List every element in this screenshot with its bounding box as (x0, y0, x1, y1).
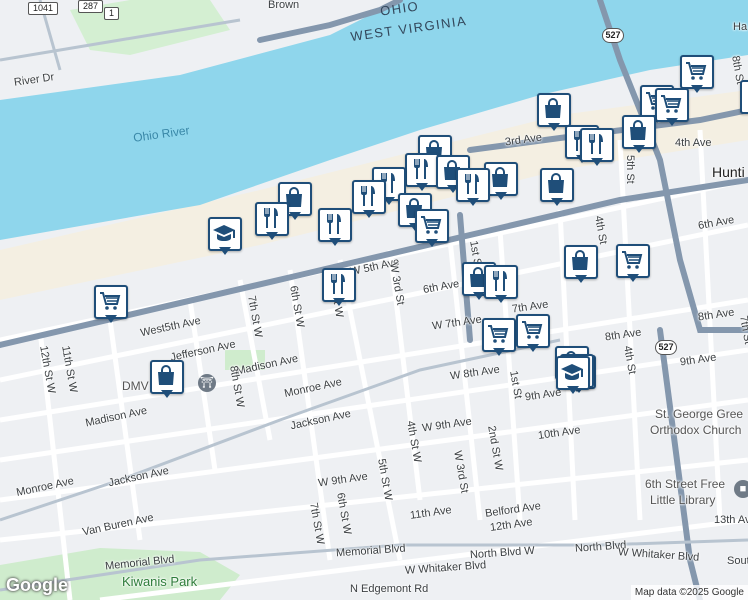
shopping-bag-icon (541, 97, 565, 121)
poi-marker[interactable] (516, 314, 550, 354)
marker-tail (633, 145, 645, 153)
poi-marker[interactable] (740, 80, 748, 120)
grocery-icon (486, 322, 510, 346)
marker-tail (567, 386, 579, 394)
grocery-icon (684, 59, 708, 83)
grocery-icon (98, 289, 122, 313)
shopping-bag-icon (154, 364, 178, 388)
marker-tail (495, 295, 507, 303)
poi-marker[interactable] (415, 209, 449, 249)
park-label[interactable]: Kiwanis Park (122, 575, 197, 588)
poi-marker[interactable] (456, 168, 490, 208)
grocery-icon (520, 318, 544, 342)
poi-marker[interactable] (352, 180, 386, 220)
poi-marker[interactable] (616, 244, 650, 284)
poi-label-church[interactable]: St. George Gree (655, 408, 743, 420)
poi-marker[interactable] (150, 360, 184, 400)
poi-marker[interactable] (322, 268, 356, 308)
marker-tail (161, 390, 173, 398)
school-icon (560, 360, 584, 384)
restaurant-icon (409, 157, 433, 181)
poi-marker[interactable] (405, 153, 439, 193)
book-icon[interactable]: ■ (734, 480, 748, 498)
poi-label-library-2[interactable]: Little Library (650, 494, 715, 506)
marker-tail (495, 192, 507, 200)
poi-marker[interactable] (208, 217, 242, 257)
marker-tail (266, 232, 278, 240)
marker-tail (527, 344, 539, 352)
marker-tail (219, 247, 231, 255)
marker-tail (289, 212, 301, 220)
dmv-icon[interactable]: ⛩ (198, 374, 216, 392)
street-label: Brown (268, 0, 300, 11)
poi-marker[interactable] (318, 208, 352, 248)
poi-marker[interactable] (655, 88, 689, 128)
shopping-bag-icon (544, 172, 568, 196)
marker-tail (426, 239, 438, 247)
poi-marker[interactable] (580, 128, 614, 168)
route-shield: 287 (78, 0, 104, 13)
restaurant-icon (584, 132, 608, 156)
marker-tail (363, 210, 375, 218)
shopping-bag-icon (568, 249, 592, 273)
poi-marker[interactable] (564, 245, 598, 285)
route-shield: 1041 (28, 2, 59, 15)
restaurant-icon (356, 184, 380, 208)
shopping-bag-icon (488, 166, 512, 190)
google-logo: Google (6, 575, 68, 595)
marker-tail (575, 275, 587, 283)
poi-marker[interactable] (540, 168, 574, 208)
poi-label-library[interactable]: 6th Street Free (645, 478, 725, 490)
marker-tail (416, 183, 428, 191)
edge-label: Ha (733, 21, 748, 33)
marker-tail (105, 315, 117, 323)
map-attribution: Map data ©2025 Google (630, 585, 748, 600)
marker-tail (329, 238, 341, 246)
poi-marker[interactable] (482, 318, 516, 358)
poi-marker[interactable] (255, 202, 289, 242)
grocery-icon (659, 92, 683, 116)
us-route-shield: 527 (602, 28, 624, 43)
route-shield: 1 (104, 7, 120, 20)
street-label: 5th St (624, 155, 636, 184)
poi-marker[interactable] (556, 356, 590, 396)
street-label: N Edgemont Rd (350, 583, 429, 595)
street-label: 13th Ave (714, 514, 748, 526)
shopping-bag-icon (744, 84, 748, 108)
marker-tail (627, 274, 639, 282)
marker-tail (493, 348, 505, 356)
marker-tail (548, 123, 560, 131)
grocery-icon (620, 248, 644, 272)
marker-tail (333, 298, 345, 306)
street-label: Sout (727, 555, 748, 567)
restaurant-icon (322, 212, 346, 236)
poi-marker[interactable] (622, 115, 656, 155)
poi-marker[interactable] (484, 265, 518, 305)
poi-label-church-2[interactable]: Orthodox Church (650, 424, 741, 436)
street-label: 4th Ave (675, 137, 712, 149)
marker-tail (691, 85, 703, 93)
shopping-bag-icon (626, 119, 650, 143)
restaurant-icon (326, 272, 350, 296)
marker-tail (551, 198, 563, 206)
city-label: Hunti (712, 164, 745, 180)
map-canvas[interactable]: OHIO WEST VIRGINIA Ohio River Hunti Ha 1… (0, 0, 748, 600)
marker-tail (591, 158, 603, 166)
poi-label-dmv[interactable]: DMV (122, 380, 149, 392)
marker-tail (666, 118, 678, 126)
poi-marker[interactable] (94, 285, 128, 325)
school-icon (212, 221, 236, 245)
us-route-shield: 527 (655, 340, 677, 355)
restaurant-icon (460, 172, 484, 196)
grocery-icon (419, 213, 443, 237)
marker-tail (467, 198, 479, 206)
restaurant-icon (259, 206, 283, 230)
restaurant-icon (488, 269, 512, 293)
